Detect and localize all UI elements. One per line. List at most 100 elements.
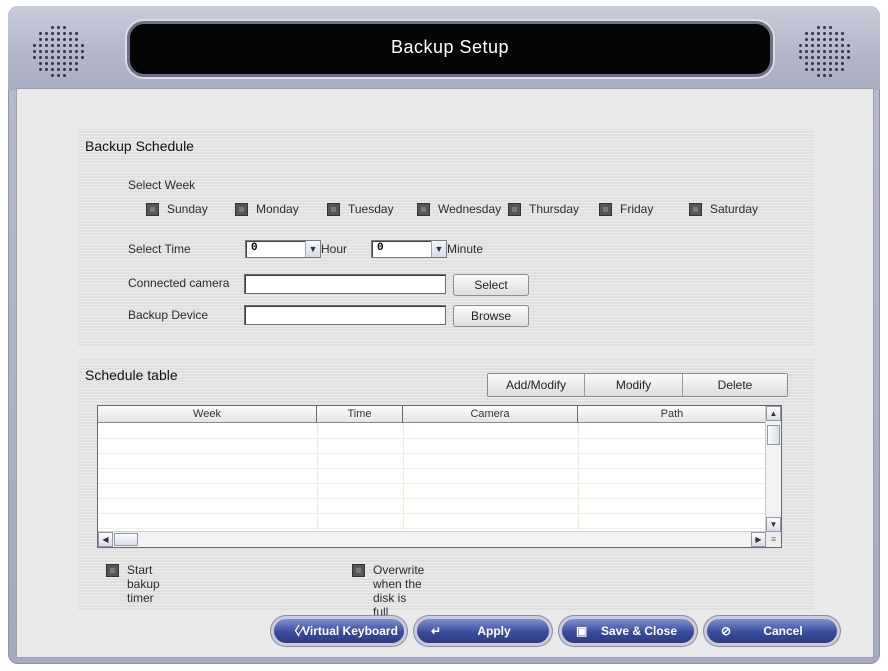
chevron-down-icon[interactable]: ▼ (305, 241, 320, 257)
grille-dot (841, 38, 844, 41)
grille-dot (81, 44, 84, 47)
grille-dot (75, 50, 78, 53)
grille-dot (829, 38, 832, 41)
grille-dot (45, 32, 48, 35)
table-row[interactable] (98, 439, 766, 454)
grille-dot (69, 50, 72, 53)
grille-dot (805, 50, 808, 53)
minute-select[interactable]: 0 ▼ (371, 240, 447, 258)
backup-device-field[interactable] (244, 305, 446, 325)
grille-dot (69, 62, 72, 65)
grille-dot (57, 26, 60, 29)
browse-button[interactable]: Browse (453, 305, 529, 327)
grille-dot (63, 26, 66, 29)
scroll-thumb[interactable] (114, 533, 138, 546)
backup-setup-window: Backup Setup Backup Schedule Select Week… (8, 6, 880, 664)
horizontal-scrollbar[interactable]: ◀ ▶ (98, 531, 766, 547)
apply-button[interactable]: ↵ Apply (417, 619, 549, 643)
hour-label: Hour (321, 242, 348, 256)
grille-dot (51, 26, 54, 29)
grille-dot (847, 50, 850, 53)
grille-dot (39, 44, 42, 47)
grille-dot (829, 62, 832, 65)
grille-dot (39, 50, 42, 53)
hour-select[interactable]: 0 ▼ (245, 240, 321, 258)
schedule-grid[interactable]: Week Time Camera Path ▲ ▼ ◀ ▶ ≡ (97, 405, 782, 548)
add-modify-button[interactable]: Add/Modify (488, 374, 585, 396)
chevron-right-icon[interactable]: ▶ (751, 532, 766, 547)
grille-dot (829, 68, 832, 71)
day-label: Monday (256, 202, 299, 216)
grille-dot (835, 50, 838, 53)
table-row[interactable] (98, 484, 766, 499)
table-row[interactable] (98, 499, 766, 514)
column-header-week[interactable]: Week (98, 406, 317, 423)
delete-button[interactable]: Delete (683, 374, 787, 396)
grille-dot (829, 50, 832, 53)
table-row[interactable] (98, 454, 766, 469)
grille-dot (835, 44, 838, 47)
grille-dot (805, 68, 808, 71)
virtual-keyboard-button[interactable]: 〈∕ Virtual Keyboard (274, 619, 404, 643)
grille-dot (817, 32, 820, 35)
grille-dot (805, 32, 808, 35)
grille-dot (57, 44, 60, 47)
connected-camera-label: Connected camera (128, 276, 230, 290)
column-header-time[interactable]: Time (317, 406, 403, 423)
table-row[interactable] (98, 424, 766, 439)
day-label: Saturday (710, 202, 759, 216)
grille-dot (57, 32, 60, 35)
grille-dot (805, 62, 808, 65)
enter-icon: ↵ (431, 624, 442, 638)
table-row[interactable] (98, 514, 766, 529)
checkbox-icon (599, 203, 612, 216)
day-label: Tuesday (348, 202, 394, 216)
grille-dot (69, 56, 72, 59)
grille-dot (811, 68, 814, 71)
checkbox-icon (508, 203, 521, 216)
panel-title: Schedule table (85, 367, 178, 383)
grille-dot (811, 62, 814, 65)
grille-dot (69, 68, 72, 71)
chevron-left-icon[interactable]: ◀ (98, 532, 113, 547)
start-timer-label: Start bakup timer (127, 563, 160, 605)
scroll-thumb[interactable] (767, 425, 780, 445)
grille-dot (57, 38, 60, 41)
window-title: Backup Setup (390, 37, 510, 57)
grille-dot (805, 44, 808, 47)
connected-camera-field[interactable] (244, 274, 446, 294)
checkbox-icon (106, 564, 119, 577)
grille-dot (63, 68, 66, 71)
grille-dot (33, 44, 36, 47)
grille-dot (63, 74, 66, 77)
grille-dot (835, 62, 838, 65)
keyboard-icon: 〈∕ (288, 624, 303, 638)
select-button[interactable]: Select (453, 274, 529, 296)
modify-button[interactable]: Modify (585, 374, 683, 396)
resize-grip-icon[interactable]: ≡ (766, 532, 781, 547)
grille-dot (39, 56, 42, 59)
grille-dot (45, 62, 48, 65)
grille-dot (63, 62, 66, 65)
vertical-scrollbar[interactable]: ▲ ▼ (765, 406, 781, 532)
cancel-button[interactable]: ⊘ Cancel (707, 619, 837, 643)
chevron-up-icon[interactable]: ▲ (766, 406, 781, 421)
grille-dot (811, 32, 814, 35)
grille-dot (51, 56, 54, 59)
overwrite-label: Overwrite when the disk is full (373, 563, 425, 619)
save-close-button[interactable]: ▣ Save & Close (562, 619, 694, 643)
grille-dot (823, 74, 826, 77)
grille-dot (39, 32, 42, 35)
column-header-camera[interactable]: Camera (403, 406, 578, 423)
chevron-down-icon[interactable]: ▼ (431, 241, 446, 257)
day-label: Wednesday (438, 202, 502, 216)
title-bar: Backup Setup (130, 24, 770, 74)
table-row[interactable] (98, 469, 766, 484)
grille-dot (811, 44, 814, 47)
column-header-path[interactable]: Path (578, 406, 766, 423)
grille-dot (829, 74, 832, 77)
grille-dot (805, 56, 808, 59)
checkbox-icon (327, 203, 340, 216)
grille-dot (823, 50, 826, 53)
chevron-down-icon[interactable]: ▼ (766, 517, 781, 532)
